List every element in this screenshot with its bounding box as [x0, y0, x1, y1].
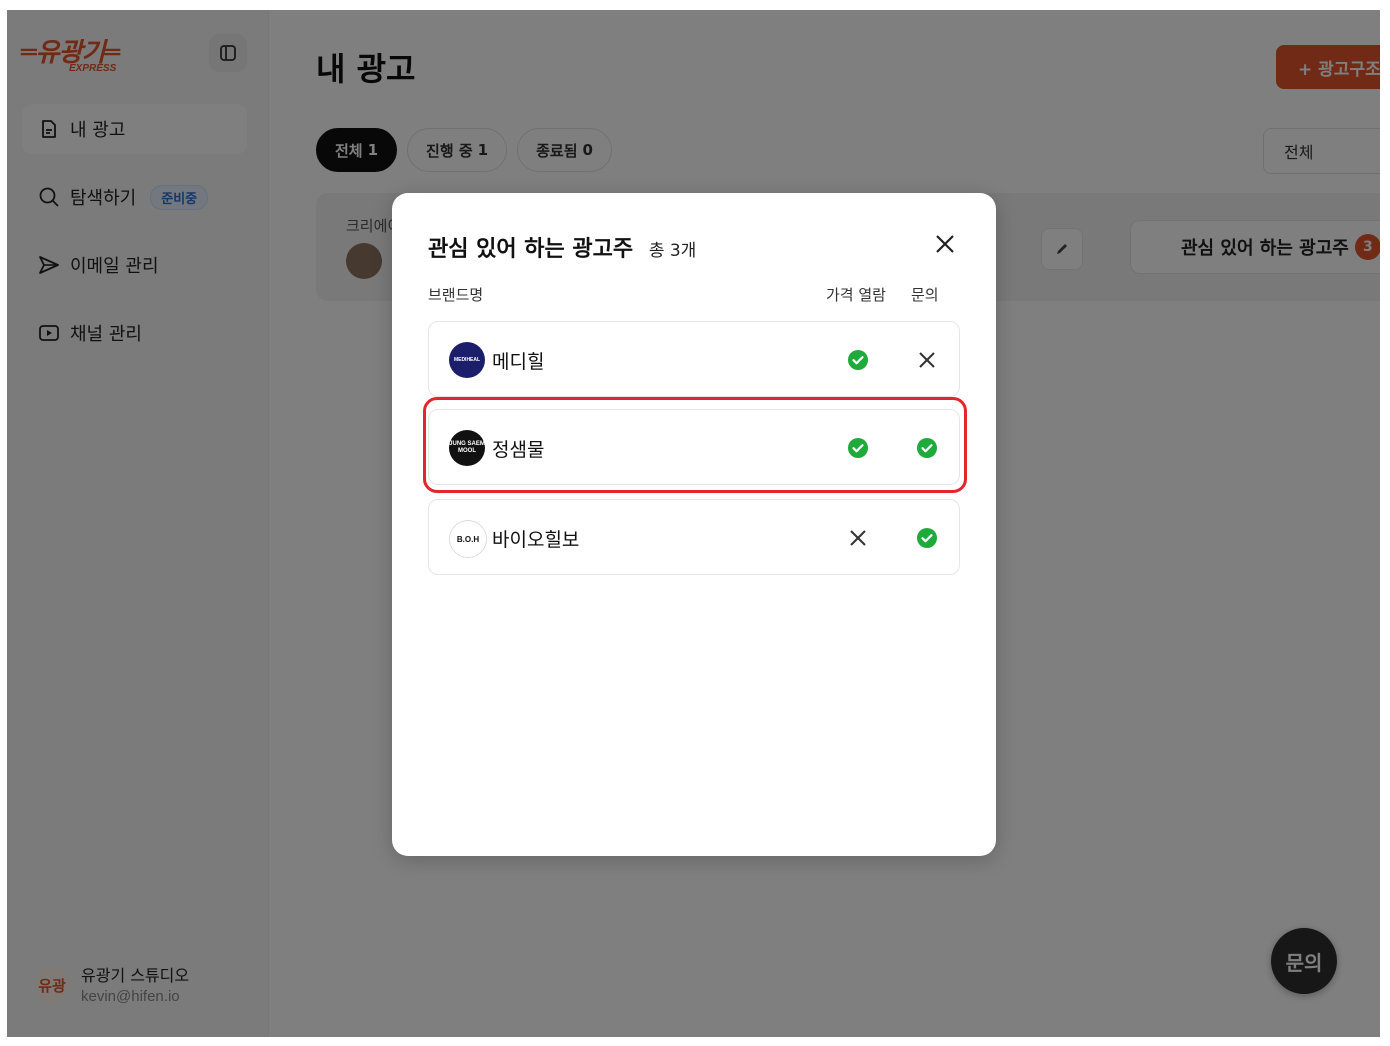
- close-icon: [936, 235, 954, 253]
- column-header-brand: 브랜드명: [428, 286, 484, 304]
- brand-logo: MEDIHEAL: [449, 342, 485, 378]
- check-icon: [846, 348, 870, 372]
- column-header-inquiry: 문의: [911, 286, 939, 304]
- highlight-annotation: [423, 397, 967, 493]
- close-button[interactable]: [930, 229, 960, 259]
- x-icon: [846, 526, 870, 550]
- modal-title: 관심 있어 하는 광고주 총 3개: [428, 231, 696, 263]
- interested-advertisers-modal: 관심 있어 하는 광고주 총 3개 브랜드명 가격 열람 문의 MEDIHEAL…: [392, 193, 996, 856]
- check-icon: [915, 526, 939, 550]
- brand-name: 바이오힐보: [492, 529, 580, 551]
- modal-total-count: 총 3개: [648, 241, 697, 261]
- app-window: ═유광기═ EXPRESS 내 광고 탐색하기 준비중: [7, 10, 1380, 1037]
- list-item[interactable]: MEDIHEAL 메디힐: [428, 321, 960, 397]
- brand-name: 메디힐: [492, 351, 545, 373]
- column-header-price-view: 가격 열람: [826, 286, 886, 304]
- list-item[interactable]: B.O.H 바이오힐보: [428, 499, 960, 575]
- brand-logo: B.O.H: [449, 520, 487, 558]
- x-icon: [915, 348, 939, 372]
- modal-title-text: 관심 있어 하는 광고주: [428, 237, 634, 262]
